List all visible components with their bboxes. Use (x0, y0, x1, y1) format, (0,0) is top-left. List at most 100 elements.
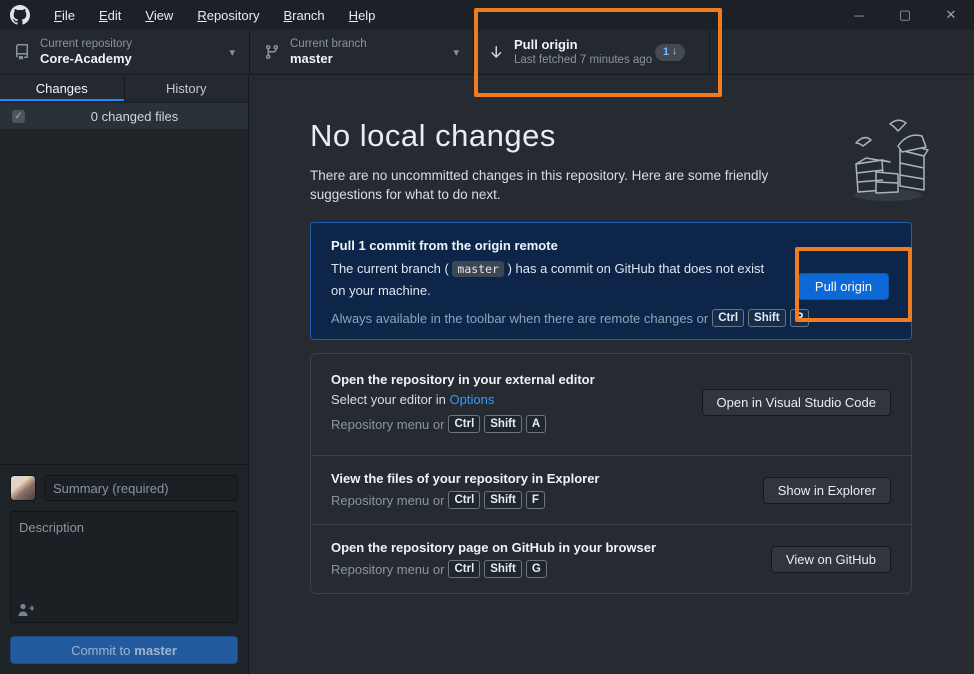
menu-edit[interactable]: Edit (89, 4, 131, 27)
suggestions-list: Open the repository in your external edi… (310, 353, 912, 594)
show-in-explorer-button[interactable]: Show in Explorer (763, 477, 891, 504)
current-repository-name: Core-Academy (40, 51, 132, 67)
menu-file[interactable]: File (44, 4, 85, 27)
close-icon: ✕ (946, 7, 957, 23)
view-on-github-button[interactable]: View on GitHub (771, 546, 891, 573)
close-button[interactable]: ✕ (928, 0, 974, 30)
add-coauthor-icon[interactable] (18, 603, 34, 617)
kbd-ctrl: Ctrl (448, 560, 480, 578)
pull-commit-card: Pull 1 commit from the origin remote The… (310, 222, 912, 340)
suggestion-hint: Repository menu or Ctrl Shift F (331, 491, 747, 509)
page-title: No local changes (310, 118, 556, 154)
window-controls: ─ ▢ ✕ (836, 0, 974, 30)
current-branch-dropdown[interactable]: Current branch master ▾ (250, 30, 474, 74)
avatar (10, 475, 36, 501)
repo-book-icon (14, 44, 30, 60)
select-all-checkbox[interactable]: ✓ (12, 110, 25, 123)
description-wrap (10, 511, 238, 626)
kbd-ctrl: Ctrl (712, 309, 744, 327)
sidebar: Changes History ✓ 0 changed files Commit (0, 76, 249, 674)
kbd-g: G (526, 560, 547, 578)
suggestion-hint: Repository menu or Ctrl Shift G (331, 560, 755, 578)
suggestion-hint-text: Repository menu or (331, 562, 444, 577)
suggestion-external-editor: Open the repository in your external edi… (311, 354, 911, 455)
tab-history[interactable]: History (124, 76, 249, 101)
suggestion-line2: Select your editor in Options (331, 392, 686, 407)
pull-origin-button[interactable]: Pull origin (798, 273, 889, 300)
chevron-down-icon: ▾ (453, 46, 463, 59)
menu-view[interactable]: View (135, 4, 183, 27)
suggestion-text: Open the repository in your external edi… (331, 372, 686, 433)
pull-card-hint-text: Always available in the toolbar when the… (331, 311, 708, 326)
suggestion-text: Open the repository page on GitHub in yo… (331, 540, 755, 578)
sidebar-tabs: Changes History (0, 76, 248, 101)
check-icon: ✓ (14, 111, 22, 122)
papers-illustration (838, 116, 938, 206)
commit-button[interactable]: Commit to master (10, 636, 238, 664)
pull-card-title: Pull 1 commit from the origin remote (331, 238, 891, 253)
page-subtitle: There are no uncommitted changes in this… (310, 166, 815, 204)
toolbar-spacer (710, 30, 974, 74)
suggestion-line2-text: Select your editor in (331, 392, 450, 407)
summary-row (10, 475, 238, 501)
git-branch-icon (264, 44, 280, 60)
changed-files-count: 0 changed files (33, 109, 236, 124)
current-repository-dropdown[interactable]: Current repository Core-Academy ▾ (0, 30, 250, 74)
pull-origin-toolbar-button[interactable]: Pull origin Last fetched 7 minutes ago 1… (474, 30, 710, 74)
maximize-button[interactable]: ▢ (882, 0, 928, 30)
suggestion-title: View the files of your repository in Exp… (331, 471, 747, 486)
current-repository-label: Current repository (40, 37, 132, 51)
suggestion-hint-text: Repository menu or (331, 417, 444, 432)
tab-changes[interactable]: Changes (0, 76, 124, 101)
commit-button-prefix: Commit to (71, 643, 130, 658)
github-logo-icon (10, 5, 30, 25)
download-arrow-icon (488, 44, 504, 60)
toolbar: Current repository Core-Academy ▾ Curren… (0, 30, 974, 75)
last-fetched-text: Last fetched 7 minutes ago (514, 53, 652, 67)
kbd-shift: Shift (484, 560, 522, 578)
commits-behind-count: 1 (663, 46, 669, 58)
pull-card-body: The current branch ( master ) has a comm… (331, 258, 781, 301)
github-desktop-window: File Edit View Repository Branch Help ─ … (0, 0, 974, 674)
current-branch-label: Current branch (290, 37, 367, 51)
suggestion-text: View the files of your repository in Exp… (331, 471, 747, 509)
pull-card-hint: Always available in the toolbar when the… (331, 309, 891, 327)
pull-origin-label: Pull origin (514, 37, 652, 53)
description-input[interactable] (10, 511, 238, 623)
kbd-shift: Shift (748, 309, 786, 327)
options-link[interactable]: Options (450, 392, 495, 407)
pull-card-body-before: The current branch ( (331, 261, 449, 276)
minimize-button[interactable]: ─ (836, 0, 882, 30)
kbd-shift: Shift (484, 415, 522, 433)
main-content: No local changes There are no uncommitte… (250, 76, 974, 674)
commits-behind-badge: 1 ↓ (655, 44, 685, 61)
changed-files-row: ✓ 0 changed files (0, 103, 248, 129)
minimize-icon: ─ (854, 8, 863, 23)
maximize-icon: ▢ (899, 7, 911, 23)
menu-bar: File Edit View Repository Branch Help (44, 4, 385, 27)
kbd-p: P (790, 309, 810, 327)
kbd-ctrl: Ctrl (448, 491, 480, 509)
open-in-vscode-button[interactable]: Open in Visual Studio Code (702, 389, 891, 416)
kbd-a: A (526, 415, 546, 433)
kbd-shift: Shift (484, 491, 522, 509)
commit-button-branch: master (134, 643, 177, 658)
kbd-f: F (526, 491, 545, 509)
suggestion-hint: Repository menu or Ctrl Shift A (331, 415, 686, 433)
titlebar: File Edit View Repository Branch Help ─ … (0, 0, 974, 30)
menu-repository[interactable]: Repository (187, 4, 269, 27)
chevron-down-icon: ▾ (229, 46, 239, 59)
suggestion-view-github: Open the repository page on GitHub in yo… (311, 524, 911, 593)
suggestion-hint-text: Repository menu or (331, 493, 444, 508)
suggestion-title: Open the repository in your external edi… (331, 372, 686, 387)
summary-input[interactable] (44, 475, 238, 501)
kbd-ctrl: Ctrl (448, 415, 480, 433)
menu-branch[interactable]: Branch (273, 4, 334, 27)
suggestion-show-explorer: View the files of your repository in Exp… (311, 455, 911, 524)
menu-help[interactable]: Help (339, 4, 386, 27)
branch-code-pill: master (452, 261, 504, 277)
arrow-down-icon: ↓ (672, 47, 677, 57)
current-branch-name: master (290, 51, 367, 67)
commit-form: Commit to master (0, 464, 248, 674)
suggestion-title: Open the repository page on GitHub in yo… (331, 540, 755, 555)
